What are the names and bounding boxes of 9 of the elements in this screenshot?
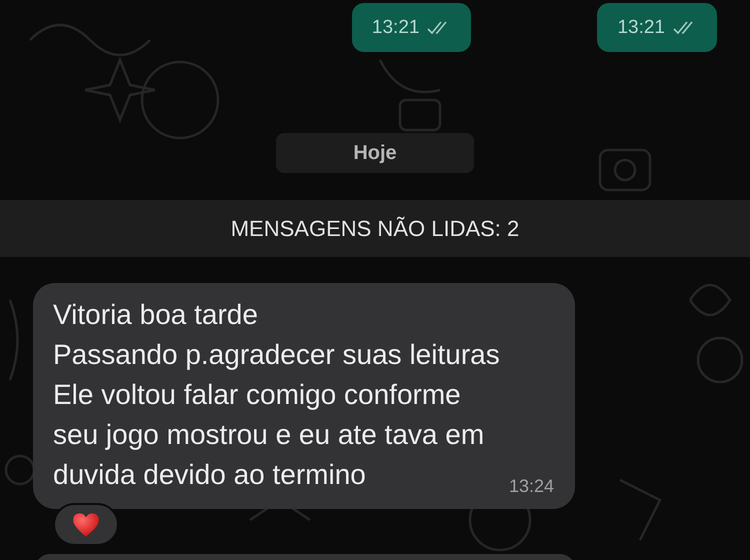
heart-icon: [72, 512, 100, 538]
message-time: 13:21: [617, 16, 665, 38]
outgoing-message-bubble[interactable]: 13:21: [352, 3, 472, 52]
outgoing-message-bubble[interactable]: 13:21: [597, 3, 717, 52]
incoming-message-bubble[interactable]: Vitoria boa tarde Passando p.agradecer suas leituras Ele voltou falar comigo conforme seu jogo mostrou e eu ate tava em duvida devido ao termino 13:24: [33, 283, 575, 509]
message-text: Vitoria boa tarde Passando p.agradecer suas leituras Ele voltou falar comigo conforme seu jogo mostrou e eu ate tava em duvida devido ao termino: [53, 298, 500, 492]
message-time: 13:21: [372, 16, 420, 38]
unread-messages-banner: MENSAGENS NÃO LIDAS: 2: [0, 200, 750, 257]
message-time: 13:24: [508, 476, 554, 497]
